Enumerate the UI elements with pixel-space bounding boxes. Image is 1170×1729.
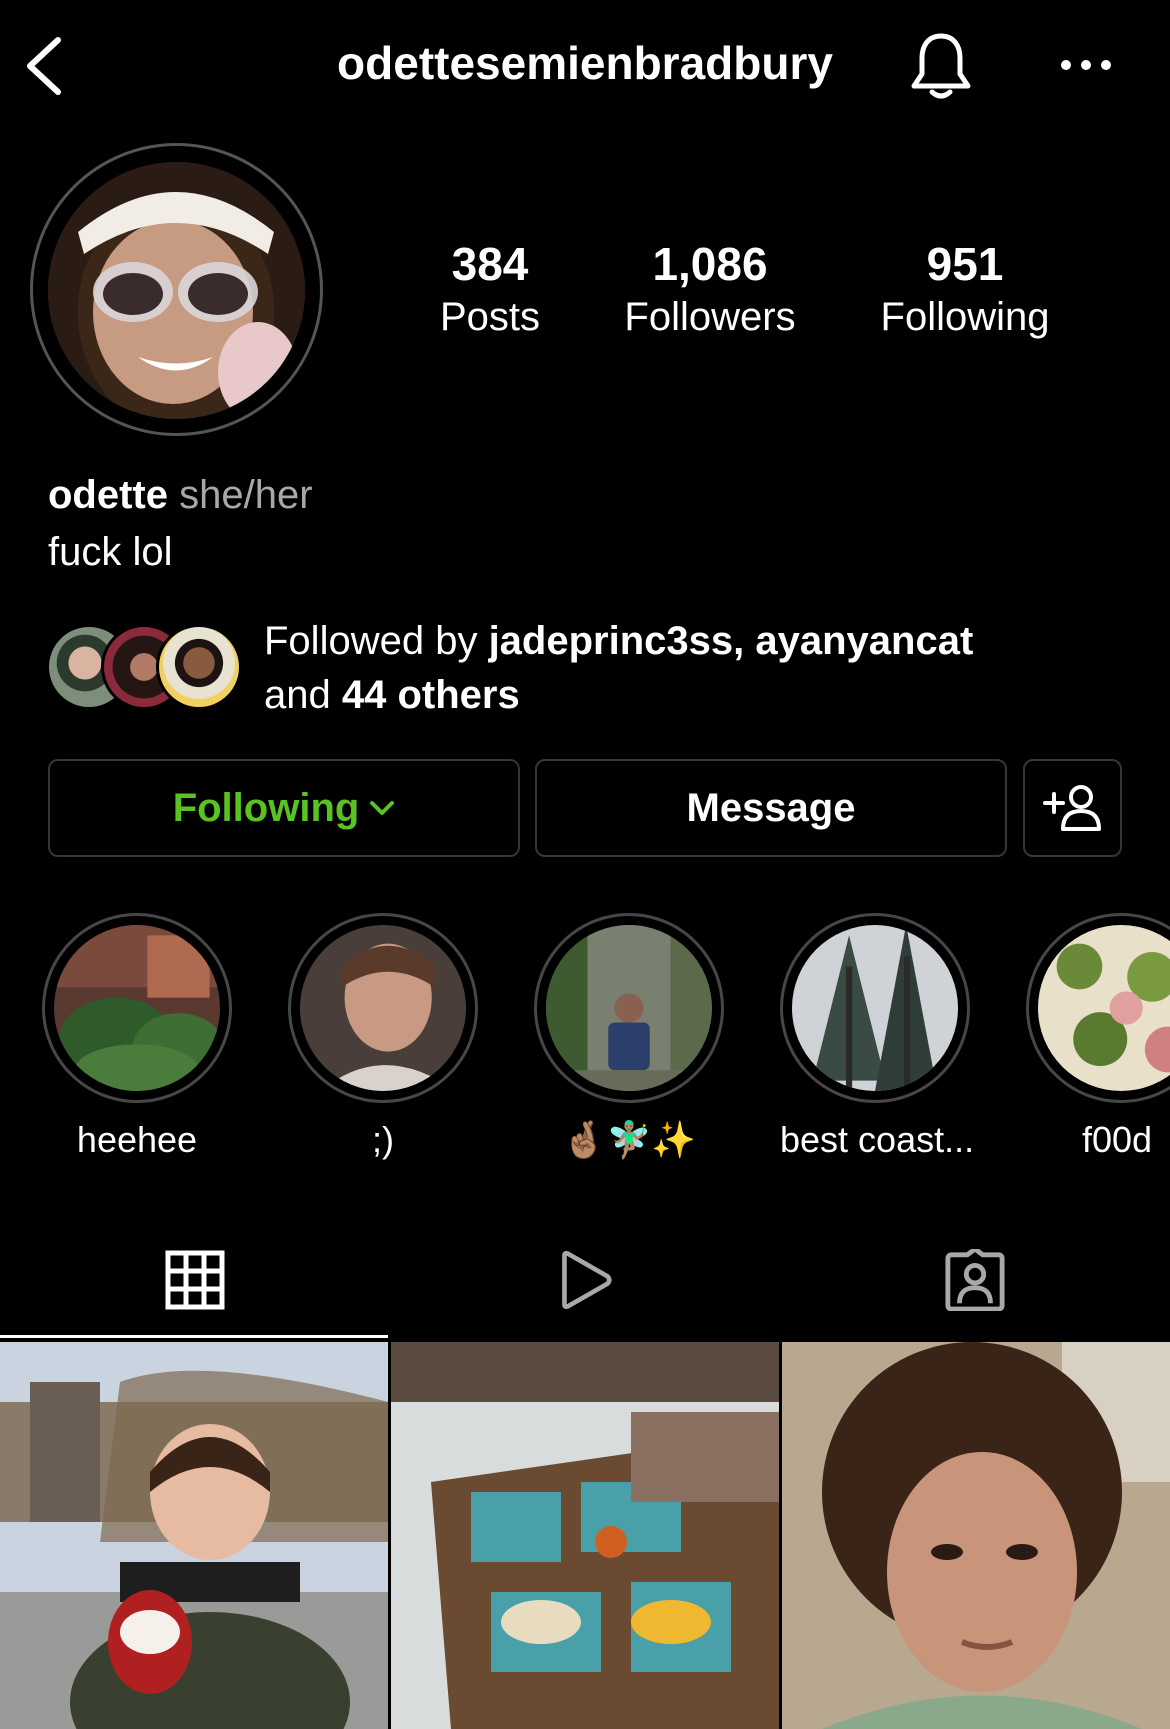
profile-username: odettesemienbradbury	[337, 37, 833, 89]
post-thumbnail[interactable]	[391, 1342, 779, 1729]
highlight-cover	[546, 925, 712, 1091]
posts-count-value: 384	[451, 238, 529, 290]
highlight-cover	[1038, 925, 1170, 1091]
add-user-icon	[1042, 785, 1101, 831]
followed-by-others: 44 others	[341, 673, 520, 717]
tagged-person-icon	[945, 1249, 1005, 1311]
bio-name-line: odette she/her	[48, 470, 313, 520]
story-highlight[interactable]: f00d	[1026, 913, 1170, 1165]
following-count[interactable]: 951 Following	[860, 236, 1070, 342]
posts-count-label: Posts	[439, 295, 541, 339]
highlight-label: heehee	[76, 1119, 198, 1160]
suggested-users-button[interactable]	[1023, 759, 1122, 857]
highlight-cover	[300, 925, 466, 1091]
message-button[interactable]: Message	[535, 759, 1007, 857]
highlight-label: 🤞🏽🧚🏽‍♂️✨	[561, 1119, 697, 1160]
chevron-down-icon	[370, 801, 395, 815]
more-options-button[interactable]	[1056, 50, 1116, 80]
pronouns: she/her	[179, 473, 313, 517]
followed-by-prefix: Followed by	[264, 619, 489, 663]
tab-posts-grid[interactable]	[0, 1225, 390, 1335]
tab-reels[interactable]	[390, 1225, 780, 1335]
following-button[interactable]: Following	[48, 759, 520, 857]
highlight-label: ;)	[372, 1119, 394, 1160]
message-button-label: Message	[686, 785, 856, 830]
highlight-cover	[54, 925, 220, 1091]
avatar-photo	[48, 162, 305, 419]
story-highlight[interactable]: best coast...	[780, 913, 975, 1165]
post-thumbnail[interactable]	[0, 1342, 388, 1729]
highlight-label: f00d	[1082, 1119, 1153, 1160]
followed-by-users: jadeprinc3ss, ayanyancat	[488, 619, 974, 663]
highlight-ring	[534, 913, 724, 1103]
bio-text: fuck lol	[48, 530, 173, 574]
followers-count[interactable]: 1,086 Followers	[600, 236, 820, 342]
followed-by-middle: and	[264, 673, 342, 717]
following-button-label: Following	[172, 785, 360, 830]
posts-count[interactable]: 384 Posts	[410, 236, 570, 342]
story-highlight[interactable]: heehee	[42, 913, 232, 1165]
avatar[interactable]	[48, 162, 305, 419]
post-image	[0, 1342, 388, 1729]
chevron-left-icon	[27, 37, 61, 95]
mutual-avatar	[156, 624, 242, 710]
story-highlight[interactable]: ;)	[288, 913, 478, 1165]
highlight-cover	[792, 925, 958, 1091]
display-name: odette	[48, 473, 168, 517]
followed-by-text[interactable]: Followed by jadeprinc3ss, ayanyancat and…	[264, 614, 1144, 722]
highlight-ring	[780, 913, 970, 1103]
followers-count-label: Followers	[624, 295, 796, 339]
post-image	[782, 1342, 1170, 1729]
tab-tagged[interactable]	[780, 1225, 1170, 1335]
following-count-value: 951	[926, 238, 1004, 290]
highlight-label: best coast...	[780, 1119, 975, 1160]
followers-count-value: 1,086	[652, 238, 768, 290]
back-button[interactable]	[22, 30, 72, 100]
notifications-button[interactable]	[908, 30, 974, 102]
highlight-ring	[288, 913, 478, 1103]
bell-icon	[911, 33, 971, 99]
reels-play-icon	[562, 1250, 612, 1310]
highlight-ring	[1026, 913, 1170, 1103]
active-tab-indicator	[0, 1335, 388, 1338]
mutual-followers-avatars[interactable]	[46, 624, 246, 710]
following-count-label: Following	[880, 295, 1050, 339]
post-thumbnail[interactable]	[782, 1342, 1170, 1729]
highlight-ring	[42, 913, 232, 1103]
story-highlight[interactable]: 🤞🏽🧚🏽‍♂️✨	[534, 913, 724, 1165]
more-horizontal-icon	[1061, 60, 1111, 70]
grid-icon	[165, 1250, 225, 1310]
post-image	[391, 1342, 779, 1729]
